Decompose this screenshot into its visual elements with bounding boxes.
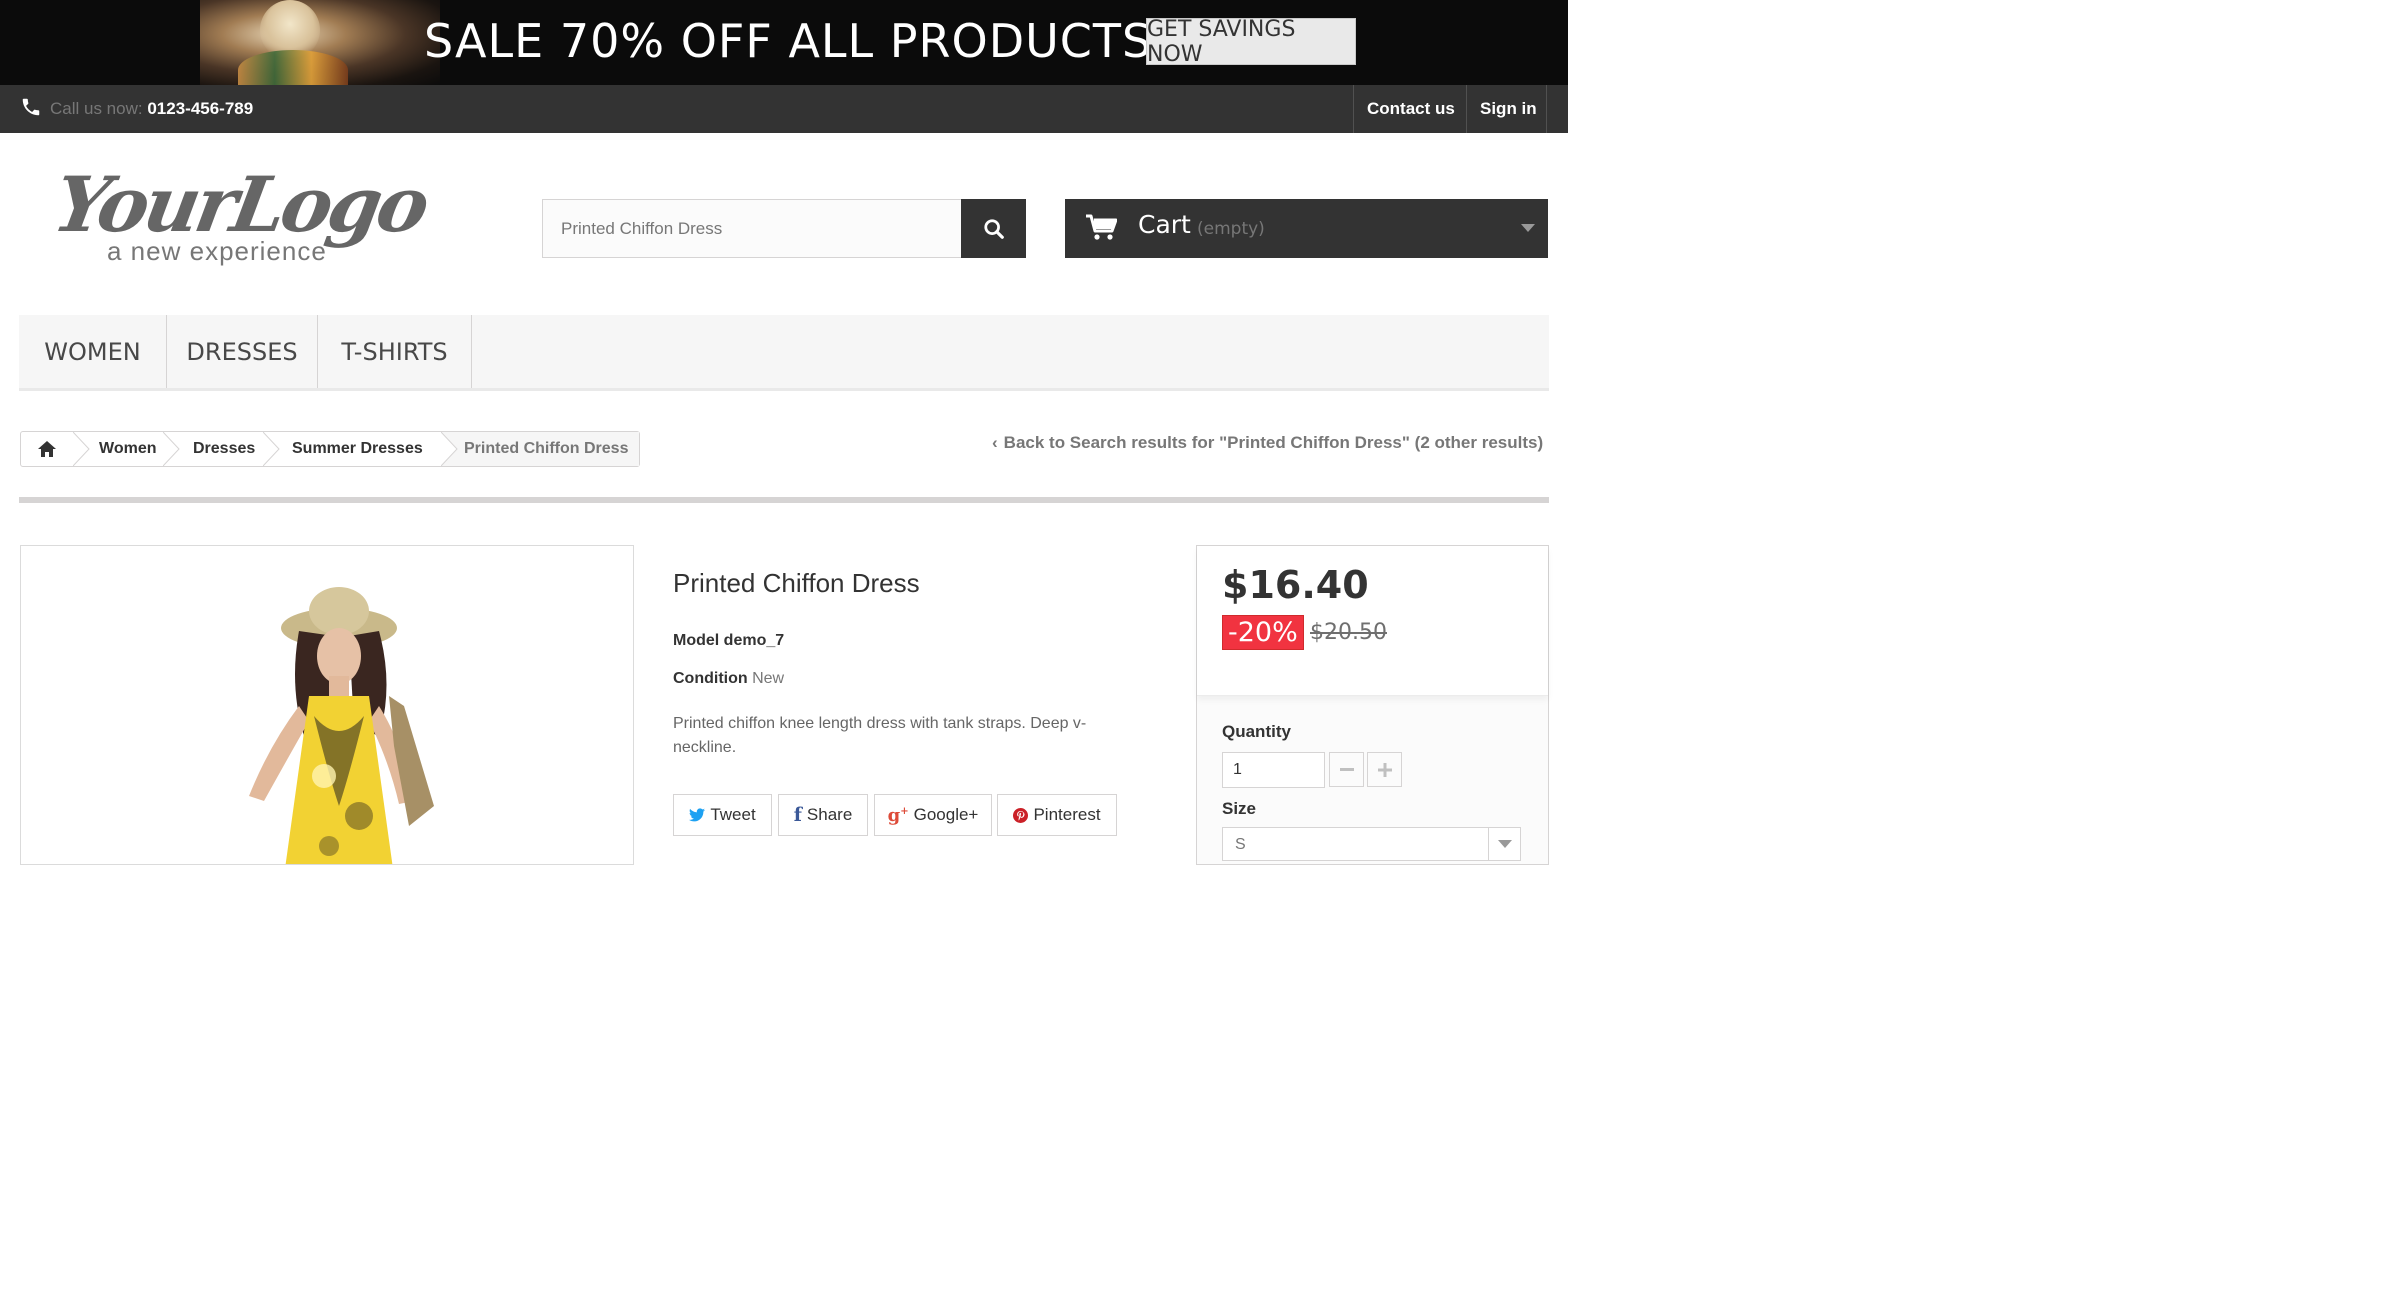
call-us-label: Call us now: [50,99,143,118]
quantity-input[interactable] [1222,752,1325,788]
product-photo [249,587,434,864]
condition-value: New [752,670,785,687]
promo-banner[interactable]: SALE 70% OFF ALL PRODUCTS GET SAVINGS NO… [0,0,1568,85]
breadcrumb-women[interactable]: Women [99,440,156,458]
site-logo[interactable]: YourLogo a new experience [47,160,432,270]
condition-label: Condition [673,670,748,687]
product-title: Printed Chiffon Dress [673,568,920,598]
menu-item-dresses[interactable]: DRESSES [167,315,318,388]
product-model: Model demo_7 [673,632,784,650]
tweet-button[interactable]: Tweet [673,794,772,836]
model-label: Model [673,632,720,649]
main-menu: WOMEN DRESSES T-SHIRTS [19,315,1549,391]
facebook-share-button[interactable]: f Share [778,794,868,836]
product-description: Printed chiffon knee length dress with t… [673,715,1087,756]
breadcrumb-separator [73,432,90,466]
home-icon [38,441,56,457]
breadcrumb-home[interactable] [21,432,73,466]
google-plus-button[interactable]: g+ Google+ [874,794,992,836]
search-input[interactable] [542,199,962,258]
menu-item-tshirts[interactable]: T-SHIRTS [318,315,472,388]
quantity-increase-button[interactable] [1367,752,1402,787]
logo-tagline: a new experience [107,236,327,266]
search-button[interactable] [961,199,1026,258]
current-price: $16.40 [1222,563,1369,607]
model-value: demo_7 [723,632,785,649]
contact-us-link[interactable]: Contact us [1353,85,1468,133]
cart-status: (empty) [1197,219,1265,239]
cart-icon [1086,214,1117,240]
phone-number: 0123-456-789 [147,99,254,118]
phone-icon [22,98,40,116]
size-value: S [1235,836,1246,853]
sign-in-link[interactable]: Sign in [1466,85,1550,133]
pinterest-button[interactable]: Pinterest [997,794,1117,836]
plus-icon [1377,762,1392,777]
breadcrumb-current: Printed Chiffon Dress [441,432,639,466]
cart-button[interactable]: Cart (empty) [1065,199,1548,258]
breadcrumb-summer-dresses[interactable]: Summer Dresses [292,440,423,458]
old-price: $20.50 [1310,620,1387,645]
tweet-label: Tweet [710,805,756,824]
product-condition: Condition New [673,670,784,688]
pinterest-label: Pinterest [1033,805,1101,824]
menu-item-women[interactable]: WOMEN [19,315,167,388]
twitter-icon [689,808,706,822]
chevron-down-icon [1497,840,1512,848]
size-select[interactable]: S [1222,827,1521,861]
search-icon [983,218,1004,239]
chevron-left-icon: ‹ [992,433,998,452]
chevron-down-icon [1521,224,1535,232]
breadcrumb-dresses[interactable]: Dresses [193,440,255,458]
top-nav-bar: Call us now: 0123-456-789 Contact us Sig… [0,85,1568,133]
breadcrumb-separator [163,432,180,466]
size-label: Size [1222,799,1257,818]
size-dropdown-toggle[interactable] [1488,828,1520,860]
facebook-icon: f [793,804,802,826]
discount-badge: -20% [1222,615,1304,650]
section-divider [19,497,1549,503]
breadcrumb: Women Dresses Summer Dresses Printed Chi… [20,431,640,467]
get-savings-button[interactable]: GET SAVINGS NOW [1146,17,1356,67]
banner-headline: SALE 70% OFF ALL PRODUCTS [424,14,1153,68]
breadcrumb-current-label: Printed Chiffon Dress [464,440,629,457]
price-summary: $16.40 -20% $20.50 [1197,546,1548,696]
quantity-decrease-button[interactable] [1329,752,1364,787]
google-plus-label: Google+ [913,805,979,824]
cart-label: Cart [1138,210,1191,239]
price-box: $16.40 -20% $20.50 Quantity Size S [1196,545,1549,865]
back-to-search-label: Back to Search results for "Printed Chif… [1003,433,1544,452]
minus-icon [1339,767,1354,771]
share-label: Share [806,805,853,824]
pinterest-icon [1013,807,1029,823]
product-image-box[interactable] [20,545,634,865]
back-to-search-link[interactable]: ‹ Back to Search results for "Printed Chi… [992,433,1543,453]
google-plus-icon: g+ [887,804,909,826]
breadcrumb-separator [263,432,280,466]
call-us-text: Call us now: 0123-456-789 [50,99,253,119]
banner-model-photo [200,0,440,85]
quantity-label: Quantity [1222,722,1291,741]
